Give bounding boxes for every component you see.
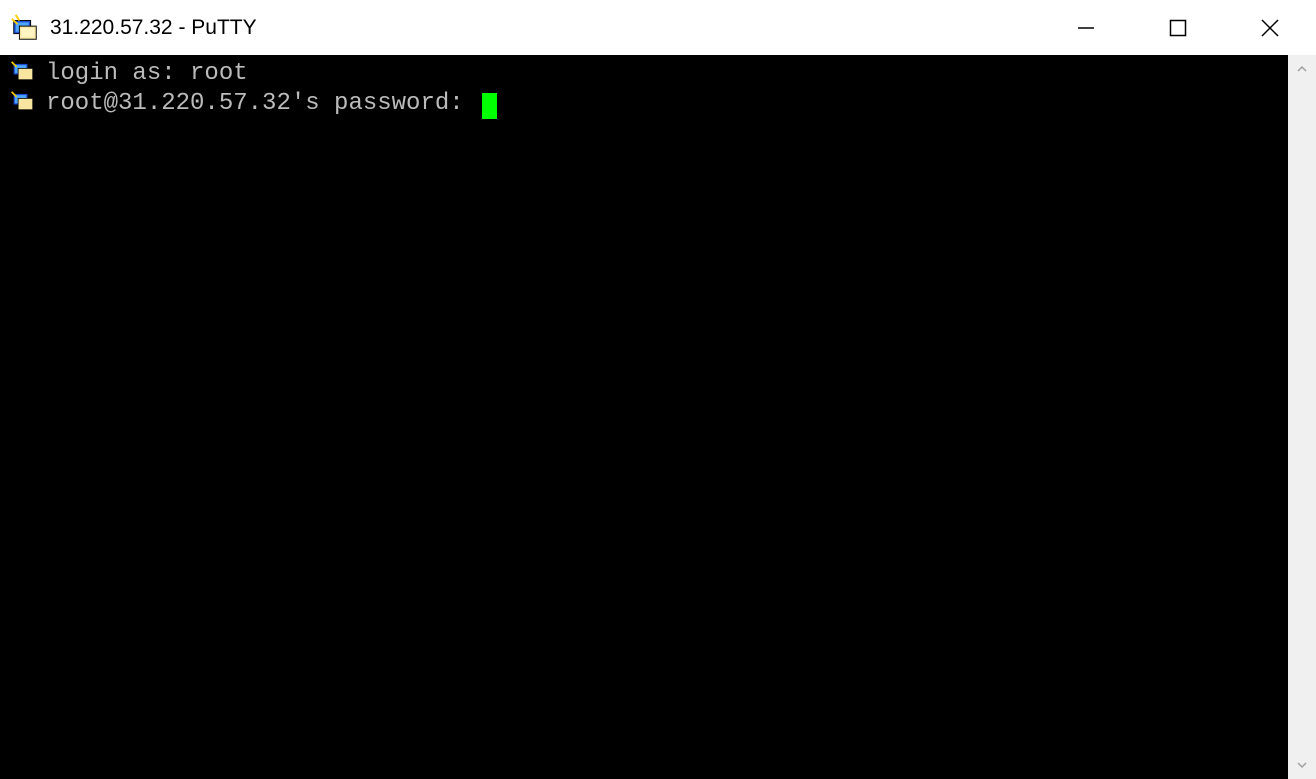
cursor-block-icon bbox=[482, 93, 497, 119]
minimize-button[interactable] bbox=[1040, 0, 1132, 55]
terminal-area[interactable]: login as: root root@31.220.57.32's passw… bbox=[0, 55, 1316, 779]
vertical-scrollbar[interactable] bbox=[1288, 55, 1316, 779]
window-title: 31.220.57.32 - PuTTY bbox=[50, 16, 257, 40]
putty-line-icon bbox=[8, 87, 38, 113]
window-controls bbox=[1040, 0, 1316, 55]
scroll-down-arrow-icon[interactable] bbox=[1288, 751, 1316, 779]
close-button[interactable] bbox=[1224, 0, 1316, 55]
scroll-up-arrow-icon[interactable] bbox=[1288, 55, 1316, 83]
terminal-content[interactable]: login as: root root@31.220.57.32's passw… bbox=[46, 55, 1288, 779]
scroll-track[interactable] bbox=[1288, 83, 1316, 751]
terminal-text: root@31.220.57.32's password: bbox=[46, 90, 478, 117]
maximize-button[interactable] bbox=[1132, 0, 1224, 55]
terminal-gutter bbox=[0, 55, 46, 779]
titlebar: 31.220.57.32 - PuTTY bbox=[0, 0, 1316, 55]
terminal-line: login as: root bbox=[46, 59, 1288, 89]
putty-app-icon bbox=[10, 13, 40, 43]
putty-line-icon bbox=[8, 57, 38, 83]
terminal-line: root@31.220.57.32's password: bbox=[46, 89, 1288, 119]
